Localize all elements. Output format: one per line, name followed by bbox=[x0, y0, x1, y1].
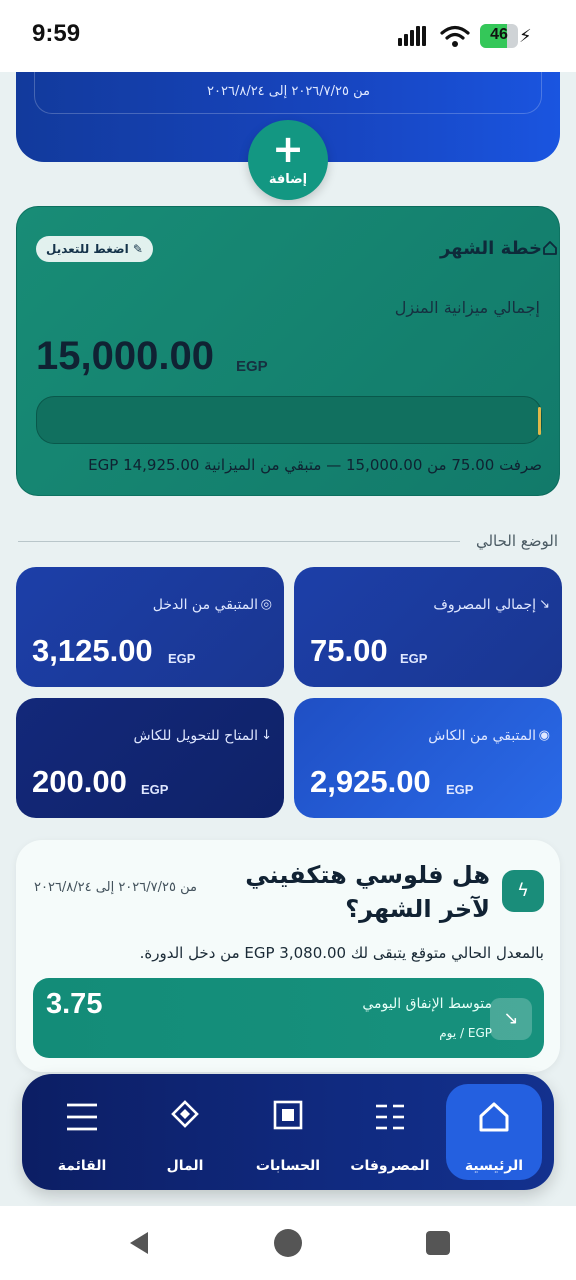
stat-currency: EGP bbox=[141, 782, 169, 797]
section-divider bbox=[18, 541, 460, 542]
nav-label: المصروفات bbox=[350, 1158, 430, 1174]
add-button-label: إضافة bbox=[268, 172, 308, 187]
stat-card-income-remaining[interactable]: ◎ المتبقي من الدخل 3,125.00 EGP bbox=[16, 567, 284, 687]
forecast-range: من ٢٠٢٦/٧/٢٥ إلى ٢٠٢٦/٨/٢٤ bbox=[34, 880, 197, 895]
daily-average-label: متوسط الإنفاق اليومي bbox=[362, 996, 492, 1012]
signal-icon bbox=[398, 26, 428, 46]
home-icon bbox=[446, 1100, 542, 1140]
radio-icon: ◉ bbox=[538, 728, 550, 743]
budget-progress-bar bbox=[36, 396, 542, 444]
target-icon: ◎ bbox=[260, 597, 272, 612]
plan-currency: EGP bbox=[236, 358, 268, 375]
menu-icon bbox=[34, 1100, 130, 1140]
home-circle-icon[interactable] bbox=[274, 1229, 302, 1257]
nav-expenses[interactable]: المصروفات bbox=[342, 1084, 438, 1180]
back-icon[interactable] bbox=[126, 1230, 152, 1260]
stat-currency: EGP bbox=[168, 651, 196, 666]
status-time: 9:59 bbox=[32, 20, 81, 47]
stat-value: 3,125.00 bbox=[32, 633, 153, 668]
stat-value: 75.00 bbox=[310, 633, 388, 668]
edit-plan-button[interactable]: ✎ اضغط للتعديل bbox=[36, 236, 153, 262]
nav-label: المال bbox=[166, 1158, 204, 1174]
trend-down-icon: ↘ bbox=[539, 597, 550, 612]
stat-card-cash-remaining[interactable]: ◉ المتبقي من الكاش 2,925.00 EGP bbox=[294, 698, 562, 818]
battery-level: 46 bbox=[490, 26, 508, 43]
stat-card-total-spent[interactable]: ↘ إجمالي المصروف 75.00 EGP bbox=[294, 567, 562, 687]
stat-card-transfer-available[interactable]: ↓ المتاح للتحويل للكاش 200.00 EGP bbox=[16, 698, 284, 818]
stat-value: 2,925.00 bbox=[310, 764, 431, 799]
forecast-note: بالمعدل الحالي متوقع يتبقى لك EGP 3,080.… bbox=[139, 944, 544, 962]
plus-icon: + bbox=[272, 127, 304, 171]
plan-spent-note: صرفت 75.00 من 15,000.00 — متبقي من الميز… bbox=[88, 456, 542, 474]
plan-title: خطة الشهر bbox=[439, 238, 542, 259]
daily-average-value: 3.75 bbox=[46, 988, 103, 1020]
add-button[interactable]: + إضافة bbox=[248, 120, 328, 200]
diamond-icon bbox=[137, 1100, 233, 1140]
wifi-icon bbox=[440, 24, 470, 52]
plan-amount: 15,000.00 bbox=[36, 334, 214, 378]
current-status-title: الوضع الحالي bbox=[475, 532, 558, 550]
stat-currency: EGP bbox=[446, 782, 474, 797]
stat-currency: EGP bbox=[400, 651, 428, 666]
nav-label: القائمة bbox=[57, 1158, 107, 1174]
nav-label: الحسابات bbox=[255, 1158, 321, 1174]
stat-label: المتاح للتحويل للكاش bbox=[133, 728, 258, 744]
stat-value: 200.00 bbox=[32, 764, 127, 799]
budget-progress-fill bbox=[538, 407, 541, 435]
home-outline-icon bbox=[542, 240, 558, 260]
daily-average-card[interactable] bbox=[33, 978, 544, 1058]
lightning-icon: ϟ bbox=[502, 870, 544, 912]
nav-money[interactable]: المال bbox=[137, 1084, 233, 1180]
stat-label: إجمالي المصروف bbox=[433, 597, 536, 613]
period-range: من ٢٠٢٦/٧/٢٥ إلى ٢٠٢٦/٨/٢٤ bbox=[207, 84, 370, 99]
nav-label: الرئيسية bbox=[464, 1158, 524, 1174]
recents-icon[interactable] bbox=[426, 1231, 450, 1255]
nav-home[interactable]: الرئيسية bbox=[446, 1084, 542, 1180]
stat-label: المتبقي من الكاش bbox=[428, 728, 536, 744]
charging-icon: ⚡ bbox=[519, 26, 532, 47]
accounts-icon bbox=[240, 1100, 336, 1140]
nav-menu[interactable]: القائمة bbox=[34, 1084, 130, 1180]
stat-label: المتبقي من الدخل bbox=[152, 597, 258, 613]
arrow-down-icon: ↓ bbox=[261, 728, 272, 743]
battery-icon: 46 bbox=[480, 24, 518, 48]
trend-down-icon: ↘ bbox=[490, 998, 532, 1040]
list-icon bbox=[342, 1100, 438, 1140]
forecast-title: هل فلوسي هتكفيني لآخر الشهر؟ bbox=[245, 861, 490, 923]
daily-average-unit: EGP / يوم bbox=[439, 1026, 492, 1040]
plan-subtitle: إجمالي ميزانية المنزل bbox=[394, 298, 540, 317]
nav-accounts[interactable]: الحسابات bbox=[240, 1084, 336, 1180]
